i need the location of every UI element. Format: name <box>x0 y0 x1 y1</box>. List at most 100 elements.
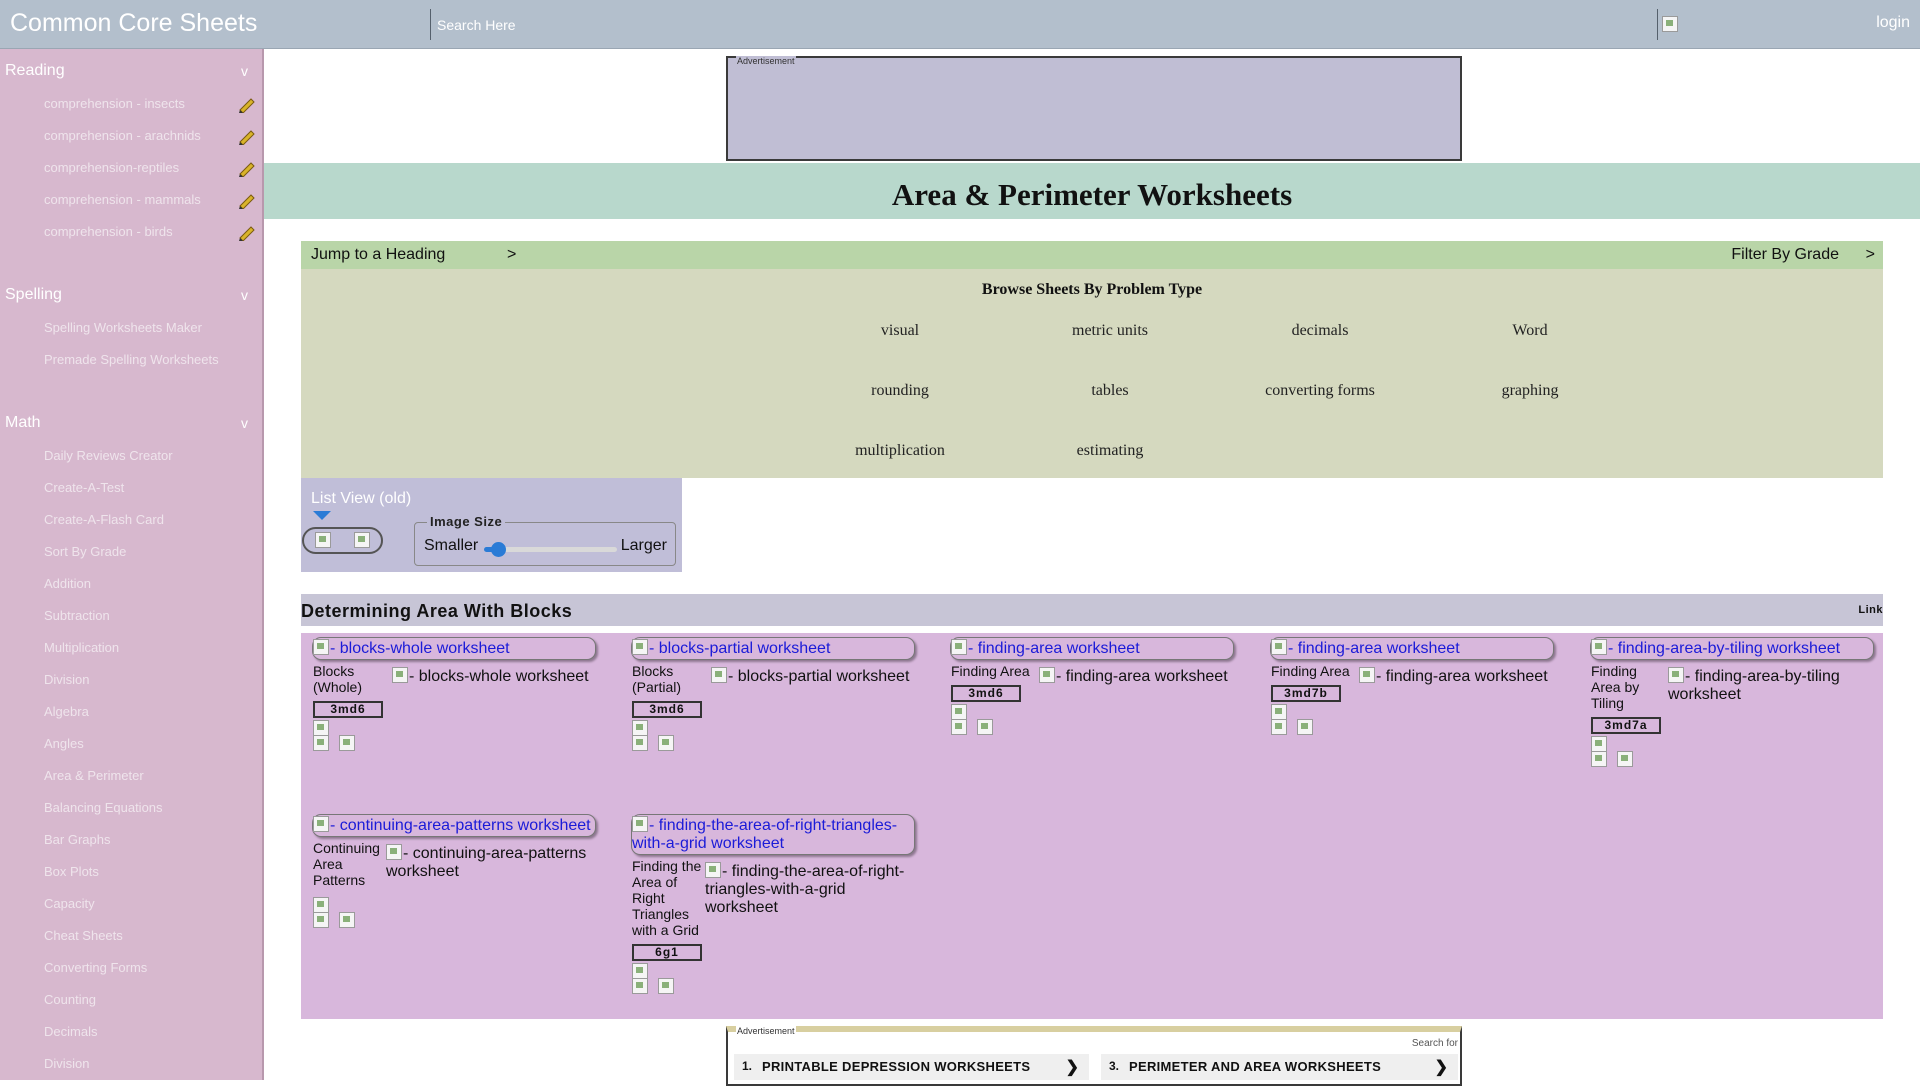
worksheet-preview-image[interactable]: - finding-area worksheet <box>1359 667 1554 686</box>
problem-type-link[interactable]: converting forms <box>1215 382 1425 400</box>
sidebar-item[interactable]: Algebra <box>44 704 254 719</box>
broken-image-icon[interactable] <box>339 735 355 751</box>
problem-type-link[interactable]: tables <box>1005 382 1215 400</box>
broken-image-icon[interactable] <box>1271 719 1287 735</box>
broken-image-icon[interactable] <box>632 978 648 994</box>
problem-type-link[interactable]: visual <box>795 322 1005 340</box>
standard-badge[interactable]: 3md7b <box>1271 685 1341 702</box>
sidebar-item[interactable]: Area & Perimeter <box>44 768 254 783</box>
pencil-icon[interactable] <box>238 193 256 209</box>
problem-type-link[interactable]: estimating <box>1005 442 1215 460</box>
broken-image-icon[interactable] <box>1297 719 1313 735</box>
sidebar-item[interactable]: Spelling Worksheets Maker <box>44 320 254 335</box>
broken-image-icon[interactable] <box>951 719 967 735</box>
problem-type-link[interactable]: graphing <box>1425 382 1635 400</box>
ad-link[interactable]: 3. PERIMETER AND AREA WORKSHEETS ❯ <box>1101 1054 1458 1080</box>
broken-image-icon[interactable] <box>1591 751 1607 767</box>
sidebar-item[interactable]: comprehension - mammals <box>44 192 254 207</box>
sidebar-item[interactable]: comprehension - insects <box>44 96 254 111</box>
sidebar-item[interactable]: Division <box>44 672 254 687</box>
triangle-down-icon[interactable] <box>313 511 331 520</box>
sidebar-item[interactable]: Multiplication <box>44 640 254 655</box>
advertisement-bottom[interactable]: Advertisement Search for 1. PRINTABLE DE… <box>726 1026 1462 1086</box>
slider-thumb[interactable] <box>491 542 506 557</box>
standard-badge[interactable]: 6g1 <box>632 944 702 961</box>
broken-image-icon[interactable] <box>313 720 329 736</box>
sidebar-item[interactable]: Cheat Sheets <box>44 928 254 943</box>
ad-link[interactable]: 1. PRINTABLE DEPRESSION WORKSHEETS ❯ <box>734 1054 1089 1080</box>
site-brand[interactable]: Common Core Sheets <box>10 9 257 38</box>
chevron-down-icon[interactable]: v <box>241 415 248 431</box>
standard-badge[interactable]: 3md7a <box>1591 717 1661 734</box>
worksheet-preview-image[interactable]: - blocks-whole worksheet <box>392 667 592 686</box>
worksheet-preview-image[interactable]: - continuing-area-patterns worksheet <box>386 844 596 881</box>
problem-type-link[interactable]: rounding <box>795 382 1005 400</box>
sidebar-item[interactable]: Premade Spelling Worksheets <box>44 352 254 367</box>
sidebar-item[interactable]: comprehension-reptiles <box>44 160 254 175</box>
sidebar-item[interactable]: Capacity <box>44 896 254 911</box>
sidebar-item[interactable]: Box Plots <box>44 864 254 879</box>
broken-image-icon[interactable] <box>977 719 993 735</box>
pencil-icon[interactable] <box>238 129 256 145</box>
grid-view-icon[interactable] <box>315 532 331 548</box>
sidebar-item[interactable]: Create-A-Test <box>44 480 254 495</box>
broken-image-icon[interactable] <box>1271 704 1287 720</box>
login-link[interactable]: login <box>1876 14 1910 32</box>
sidebar-item[interactable]: comprehension - birds <box>44 224 254 239</box>
pencil-icon[interactable] <box>238 225 256 241</box>
broken-image-icon[interactable] <box>1591 736 1607 752</box>
sidebar-item[interactable]: Sort By Grade <box>44 544 254 559</box>
advertisement-top[interactable]: Advertisement <box>726 56 1462 161</box>
chevron-down-icon[interactable]: v <box>241 63 248 79</box>
worksheet-link[interactable]: - blocks-whole worksheet <box>312 637 596 660</box>
sidebar-section-math[interactable]: Math v <box>0 414 262 440</box>
broken-image-icon[interactable] <box>313 735 329 751</box>
sidebar-item[interactable]: Balancing Equations <box>44 800 254 815</box>
section-link[interactable]: Link <box>1858 604 1883 616</box>
sidebar-item[interactable]: Converting Forms <box>44 960 254 975</box>
broken-image-icon[interactable] <box>1617 751 1633 767</box>
broken-image-icon[interactable] <box>951 704 967 720</box>
worksheet-link[interactable]: - continuing-area-patterns worksheet <box>312 814 596 837</box>
broken-image-icon[interactable] <box>632 735 648 751</box>
worksheet-preview-image[interactable]: - blocks-partial worksheet <box>711 667 911 686</box>
sidebar-section-spelling[interactable]: Spelling v <box>0 286 262 312</box>
broken-image-icon[interactable] <box>658 735 674 751</box>
list-view-link[interactable]: List View (old) <box>311 490 411 508</box>
worksheet-link[interactable]: - finding-area worksheet <box>1270 637 1554 660</box>
broken-image-icon[interactable] <box>339 912 355 928</box>
worksheet-preview-image[interactable]: - finding-area worksheet <box>1039 667 1234 686</box>
sidebar-item[interactable]: Subtraction <box>44 608 254 623</box>
sidebar-item[interactable]: comprehension - arachnids <box>44 128 254 143</box>
pencil-icon[interactable] <box>238 97 256 113</box>
standard-badge[interactable]: 3md6 <box>632 701 702 718</box>
worksheet-link[interactable]: - blocks-partial worksheet <box>631 637 915 660</box>
list-view-icon[interactable] <box>354 532 370 548</box>
standard-badge[interactable]: 3md6 <box>951 685 1021 702</box>
jump-arrow-icon[interactable]: > <box>507 246 516 264</box>
worksheet-preview-image[interactable]: - finding-the-area-of-right-triangles-wi… <box>705 862 915 917</box>
sidebar-item[interactable]: Division <box>44 1056 254 1071</box>
worksheet-link[interactable]: - finding-the-area-of-right-triangles-wi… <box>631 814 915 855</box>
image-size-slider[interactable] <box>484 542 617 557</box>
sidebar-item[interactable]: Daily Reviews Creator <box>44 448 254 463</box>
standard-badge[interactable]: 3md6 <box>313 701 383 718</box>
worksheet-preview-image[interactable]: - finding-area-by-tiling worksheet <box>1668 667 1874 704</box>
problem-type-link[interactable]: multiplication <box>795 442 1005 460</box>
worksheet-link[interactable]: - finding-area worksheet <box>950 637 1234 660</box>
broken-image-icon[interactable] <box>658 978 674 994</box>
broken-image-icon[interactable] <box>632 963 648 979</box>
problem-type-link[interactable]: decimals <box>1215 322 1425 340</box>
filter-arrow-icon[interactable]: > <box>1866 246 1875 264</box>
worksheet-link[interactable]: - finding-area-by-tiling worksheet <box>1590 637 1874 660</box>
chevron-down-icon[interactable]: v <box>241 287 248 303</box>
sidebar-item[interactable]: Angles <box>44 736 254 751</box>
jump-to-heading-button[interactable]: Jump to a Heading <box>311 246 445 264</box>
broken-image-icon[interactable] <box>1662 16 1678 32</box>
broken-image-icon[interactable] <box>632 720 648 736</box>
view-toggle[interactable] <box>302 527 383 554</box>
broken-image-icon[interactable] <box>313 912 329 928</box>
problem-type-link[interactable]: metric units <box>1005 322 1215 340</box>
sidebar-section-reading[interactable]: Reading v <box>0 62 262 88</box>
search-input[interactable] <box>430 9 1658 40</box>
